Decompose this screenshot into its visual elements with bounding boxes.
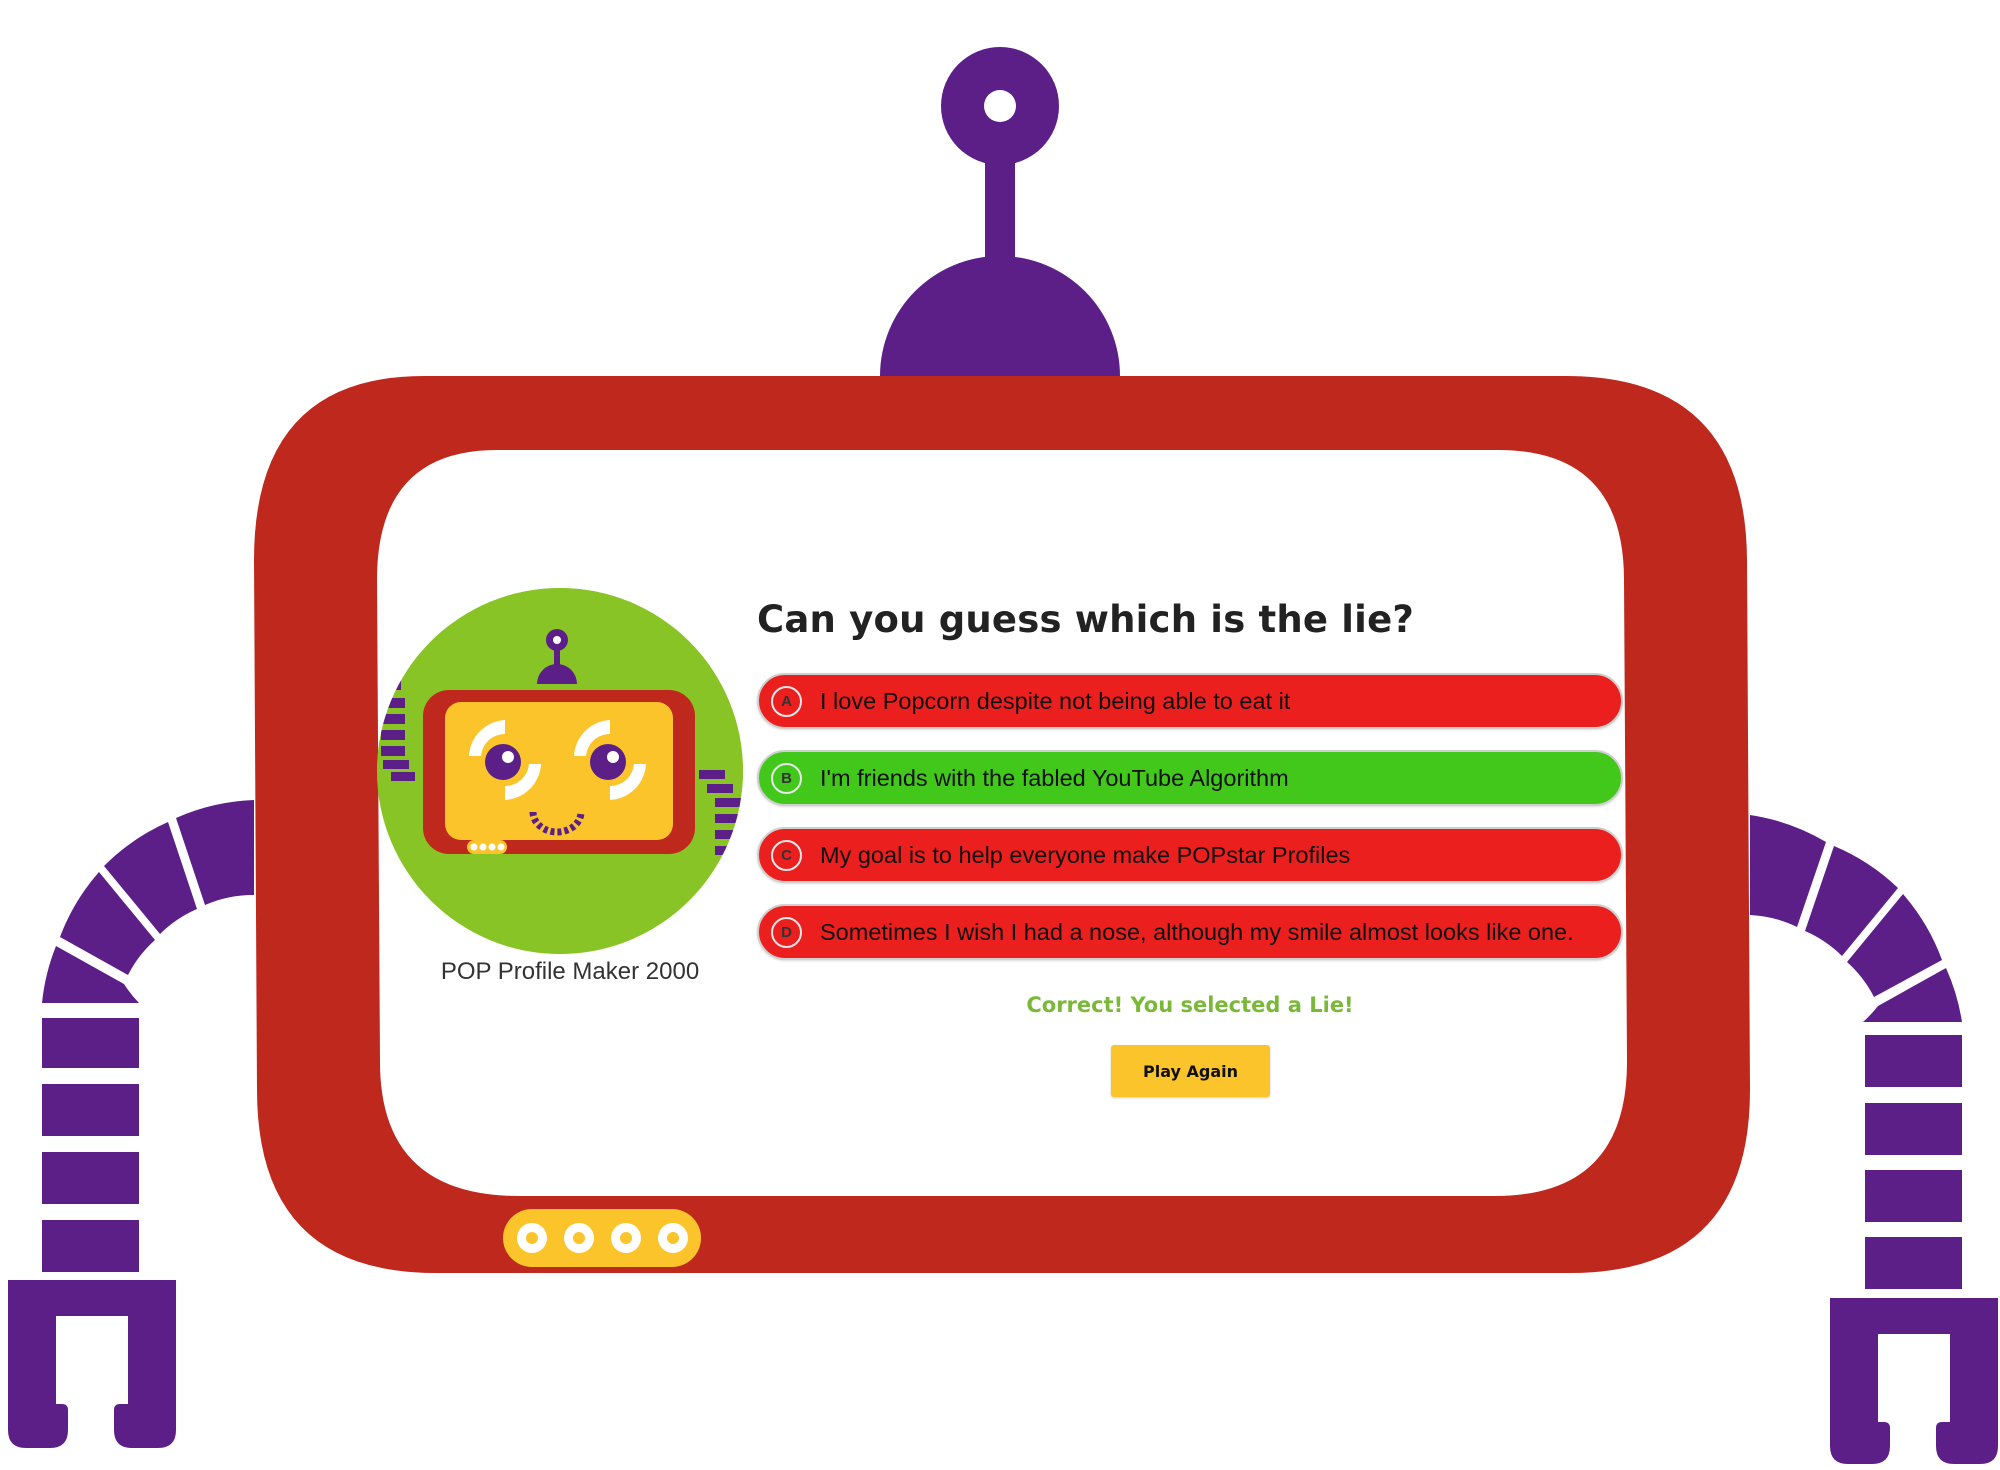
option-text: Sometimes I wish I had a nose, although …	[820, 918, 1574, 945]
answer-option-a[interactable]: A I love Popcorn despite not being able …	[757, 673, 1623, 729]
option-letter-badge: A	[771, 685, 802, 717]
robot-avatar-icon	[377, 588, 743, 954]
answer-option-b[interactable]: B I'm friends with the fabled YouTube Al…	[757, 750, 1623, 806]
play-again-button[interactable]: Play Again	[1111, 1045, 1270, 1097]
game-screen: POP Profile Maker 2000 Can you guess whi…	[0, 0, 2000, 1470]
answer-options: A I love Popcorn despite not being able …	[757, 673, 1623, 981]
option-text: My goal is to help everyone make POPstar…	[820, 841, 1351, 868]
option-text: I love Popcorn despite not being able to…	[820, 687, 1291, 714]
option-text: I'm friends with the fabled YouTube Algo…	[820, 764, 1289, 791]
option-letter-badge: B	[771, 762, 802, 794]
answer-option-d[interactable]: D Sometimes I wish I had a nose, althoug…	[757, 904, 1623, 960]
option-letter-badge: C	[771, 839, 802, 871]
result-message: Correct! You selected a Lie!	[1026, 993, 1354, 1017]
answer-option-c[interactable]: C My goal is to help everyone make POPst…	[757, 827, 1623, 883]
option-letter-badge: D	[771, 916, 802, 948]
avatar-caption: POP Profile Maker 2000	[440, 958, 700, 985]
quiz-question: Can you guess which is the lie?	[757, 598, 1415, 641]
